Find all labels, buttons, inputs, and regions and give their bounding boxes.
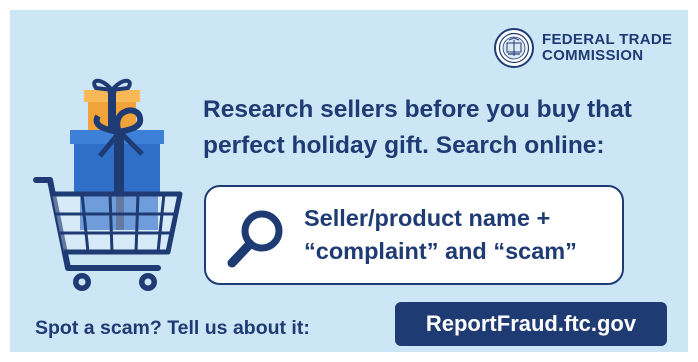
ftc-seal-icon <box>494 28 534 68</box>
ftc-logo-text: FEDERAL TRADE COMMISSION <box>542 32 672 64</box>
report-prompt: Spot a scam? Tell us about it: <box>35 317 310 339</box>
report-fraud-link[interactable]: ReportFraud.ftc.gov <box>395 302 667 346</box>
search-tip-text: Seller/product name + “complaint” and “s… <box>304 202 619 268</box>
magnifying-glass-icon <box>227 210 283 268</box>
logo-line-1: FEDERAL TRADE <box>542 31 673 48</box>
search-tip-box: Seller/product name + “complaint” and “s… <box>204 185 624 285</box>
shopping-cart-with-gifts-icon <box>33 78 183 291</box>
logo-line-2: COMMISSION <box>542 47 644 64</box>
headline-line-1: Research sellers before you buy that <box>203 96 632 123</box>
search-line-2: “complaint” and “scam” <box>304 238 577 264</box>
ftc-logo: FEDERAL TRADE COMMISSION <box>494 28 672 68</box>
ftc-infographic-card: FEDERAL TRADE COMMISSION Research seller… <box>10 10 688 352</box>
headline-line-2: perfect holiday gift. Search online: <box>203 132 605 159</box>
search-line-1: Seller/product name + <box>304 205 551 231</box>
headline: Research sellers before you buy that per… <box>203 92 673 164</box>
